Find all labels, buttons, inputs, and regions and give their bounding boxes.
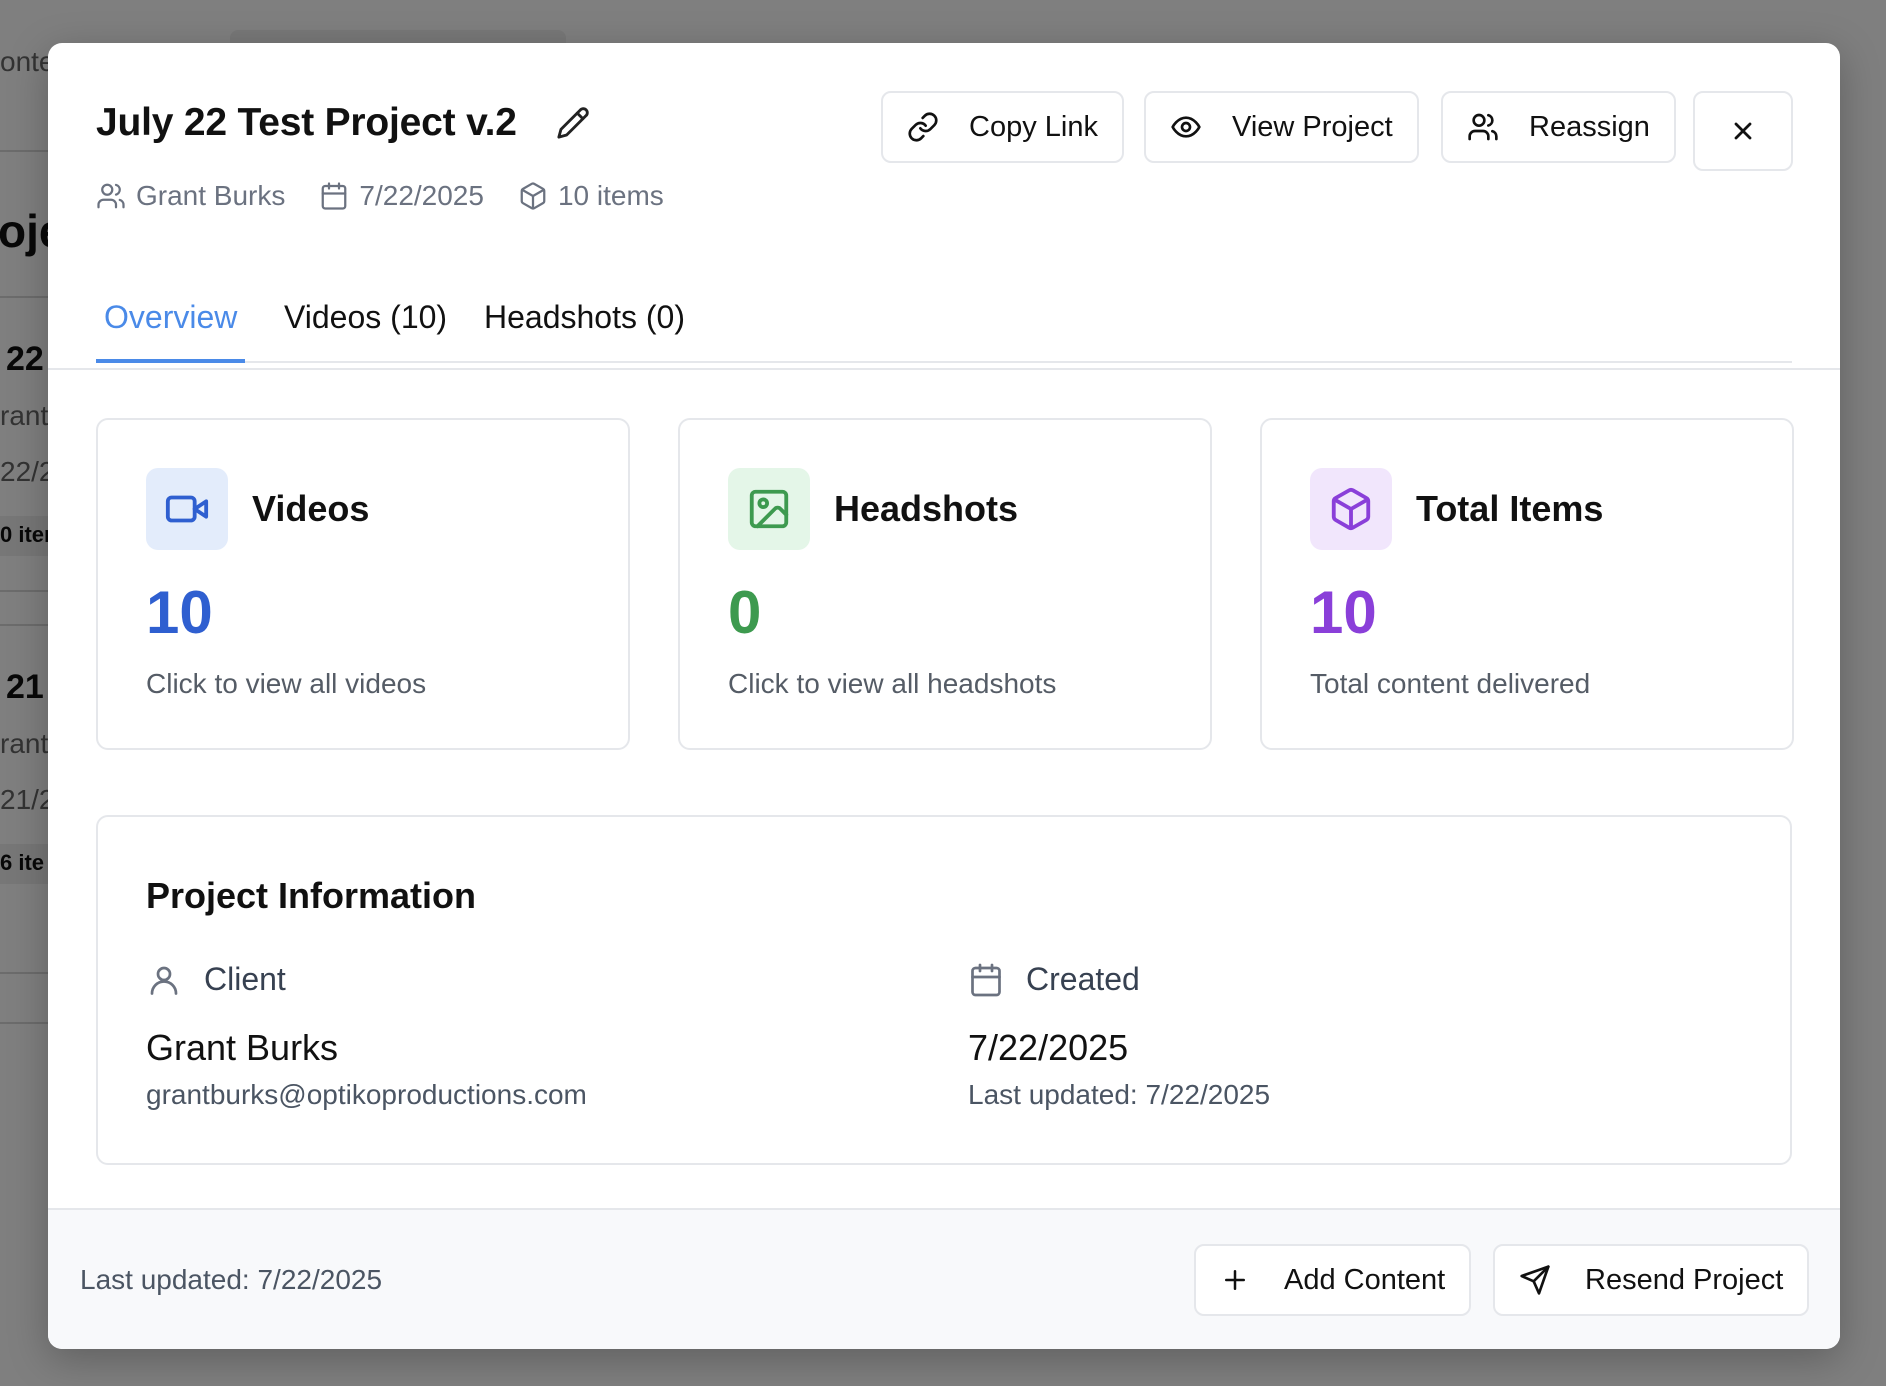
meta-client: Grant Burks [96,180,285,212]
copy-link-label: Copy Link [969,110,1098,143]
copy-link-button[interactable]: Copy Link [881,91,1124,163]
send-icon [1520,1265,1550,1295]
users-icon [97,183,125,209]
created-label-text: Created [1026,961,1140,997]
link-icon [908,112,938,142]
meta-date: 7/22/2025 [319,180,484,212]
client-label-text: Client [204,961,286,997]
client-name: Grant Burks [146,1027,339,1068]
meta-client-name: Grant Burks [136,180,286,211]
videos-card[interactable]: Videos 10 Click to view all videos [96,418,630,750]
modal-footer: Last updated: 7/22/2025 Add Content Rese… [48,1208,1840,1349]
title-row: July 22 Test Project v.2 [96,101,593,145]
headshots-count: 0 [728,579,762,646]
client-email: grantburks@optikoproductions.com [146,1079,587,1110]
users-icon [1468,113,1498,141]
videos-count: 10 [146,579,213,646]
videos-card-subtitle: Click to view all videos [146,668,427,699]
add-content-label: Add Content [1284,1263,1446,1296]
pencil-icon[interactable] [553,103,593,143]
created-label: Created [968,961,1140,998]
project-details-modal: July 22 Test Project v.2 Grant Burks 7/2… [48,43,1840,1349]
tab-videos[interactable]: Videos (10) [276,253,455,363]
created-last-updated: Last updated: 7/22/2025 [968,1079,1271,1110]
close-button[interactable] [1693,91,1793,171]
view-project-label: View Project [1232,110,1393,143]
video-icon [165,495,209,523]
reassign-button[interactable]: Reassign [1441,91,1676,163]
resend-project-label: Resend Project [1585,1263,1784,1296]
image-icon [749,489,789,529]
headshots-card-title: Headshots [834,488,1019,529]
tab-overview[interactable]: Overview [96,253,246,363]
headshots-card-subtitle: Click to view all headshots [728,668,1057,699]
package-icon [520,182,546,210]
footer-last-updated: Last updated: 7/22/2025 [80,1264,383,1295]
resend-project-button[interactable]: Resend Project [1493,1244,1810,1316]
total-items-card-subtitle: Total content delivered [1310,668,1591,699]
total-items-card-icon-box [1310,468,1392,550]
project-title: July 22 Test Project v.2 [96,101,517,144]
meta-items: 10 items [518,180,664,212]
project-information-title: Project Information [146,875,477,916]
add-content-button[interactable]: Add Content [1194,1244,1472,1316]
meta-items-count: 10 items [557,180,664,211]
headshots-card-icon-box [728,468,810,550]
modal-header: July 22 Test Project v.2 Grant Burks 7/2… [48,43,1840,370]
eye-icon [1171,116,1201,138]
plus-icon [1225,1270,1245,1290]
total-items-count: 10 [1310,579,1377,646]
package-icon [1331,487,1371,531]
headshots-card[interactable]: Headshots 0 Click to view all headshots [678,418,1212,750]
videos-card-title: Videos [252,488,370,529]
user-icon [150,966,178,995]
calendar-icon [322,182,347,210]
project-information-panel: Project Information Client Grant Burks g… [96,815,1792,1165]
calendar-icon [971,963,1001,996]
project-meta: Grant Burks 7/22/2025 10 items [96,180,698,212]
client-label: Client [146,961,286,998]
view-project-button[interactable]: View Project [1144,91,1419,163]
close-icon [1734,122,1752,140]
total-items-card: Total Items 10 Total content delivered [1260,418,1794,750]
meta-date-value: 7/22/2025 [359,180,484,211]
tab-bar: Overview Videos (10) Headshots (0) [96,253,1792,363]
reassign-label: Reassign [1529,110,1650,143]
tab-headshots[interactable]: Headshots (0) [476,253,693,363]
total-items-card-title: Total Items [1416,488,1604,529]
videos-card-icon-box [146,468,228,550]
created-date: 7/22/2025 [968,1027,1129,1068]
